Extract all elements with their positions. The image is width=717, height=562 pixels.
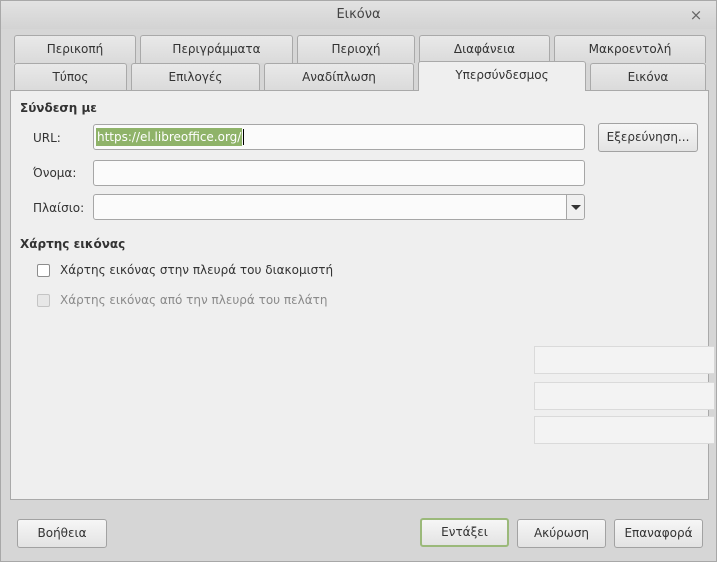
tab-hyperlink[interactable]: Υπερσύνδεσμος <box>418 61 586 91</box>
ghost-field <box>534 346 714 374</box>
image-map-section-title: Χάρτης εικόνας <box>20 237 126 251</box>
tab-macro[interactable]: Μακροεντολή <box>554 35 706 63</box>
tab-type[interactable]: Τύπος <box>14 63 127 91</box>
tab-transparency[interactable]: Διαφάνεια <box>419 35 550 63</box>
server-side-map-label[interactable]: Χάρτης εικόνας στην πλευρά του διακομιστ… <box>60 263 333 277</box>
client-side-map-label: Χάρτης εικόνας από την πλευρά του πελάτη <box>60 293 328 307</box>
ghost-field <box>534 382 714 410</box>
server-side-map-checkbox[interactable] <box>37 264 50 277</box>
client-side-map-checkbox <box>37 294 50 307</box>
tab-options[interactable]: Επιλογές <box>131 63 260 91</box>
tab-area[interactable]: Περιοχή <box>297 35 415 63</box>
cancel-button[interactable]: Ακύρωση <box>517 519 606 548</box>
ghost-field <box>534 416 714 444</box>
tab-borders[interactable]: Περιγράμματα <box>140 35 293 63</box>
url-label: URL: <box>33 131 61 145</box>
hyperlink-panel: Σύνδεση με URL: https://el.libreoffice.o… <box>10 90 714 500</box>
image-dialog: Εικόνα × Περικοπή Περιγράμματα Περιοχή Δ… <box>0 0 717 562</box>
browse-button[interactable]: Εξερεύνηση... <box>598 123 698 152</box>
tab-image[interactable]: Εικόνα <box>590 63 706 91</box>
help-button[interactable]: Βοήθεια <box>17 519 107 548</box>
text-caret <box>243 129 245 145</box>
tab-crop[interactable]: Περικοπή <box>14 35 136 63</box>
window-title: Εικόνα <box>336 7 381 22</box>
tab-wrap[interactable]: Αναδίπλωση <box>264 63 414 91</box>
url-value-selected: https://el.libreoffice.org/ <box>96 128 245 146</box>
link-section-title: Σύνδεση με <box>20 101 97 115</box>
url-value: https://el.libreoffice.org/ <box>97 130 242 144</box>
close-icon[interactable]: × <box>686 1 706 29</box>
chevron-down-icon[interactable] <box>566 195 584 219</box>
reset-button[interactable]: Επαναφορά <box>614 519 703 548</box>
name-input[interactable] <box>93 160 585 186</box>
ok-button[interactable]: Εντάξει <box>420 518 509 547</box>
frame-label: Πλαίσιο: <box>33 201 85 215</box>
url-input[interactable]: https://el.libreoffice.org/ <box>93 124 585 150</box>
frame-combobox[interactable] <box>93 194 585 220</box>
name-label: Όνομα: <box>33 166 77 180</box>
title-bar: Εικόνα × <box>1 1 716 29</box>
